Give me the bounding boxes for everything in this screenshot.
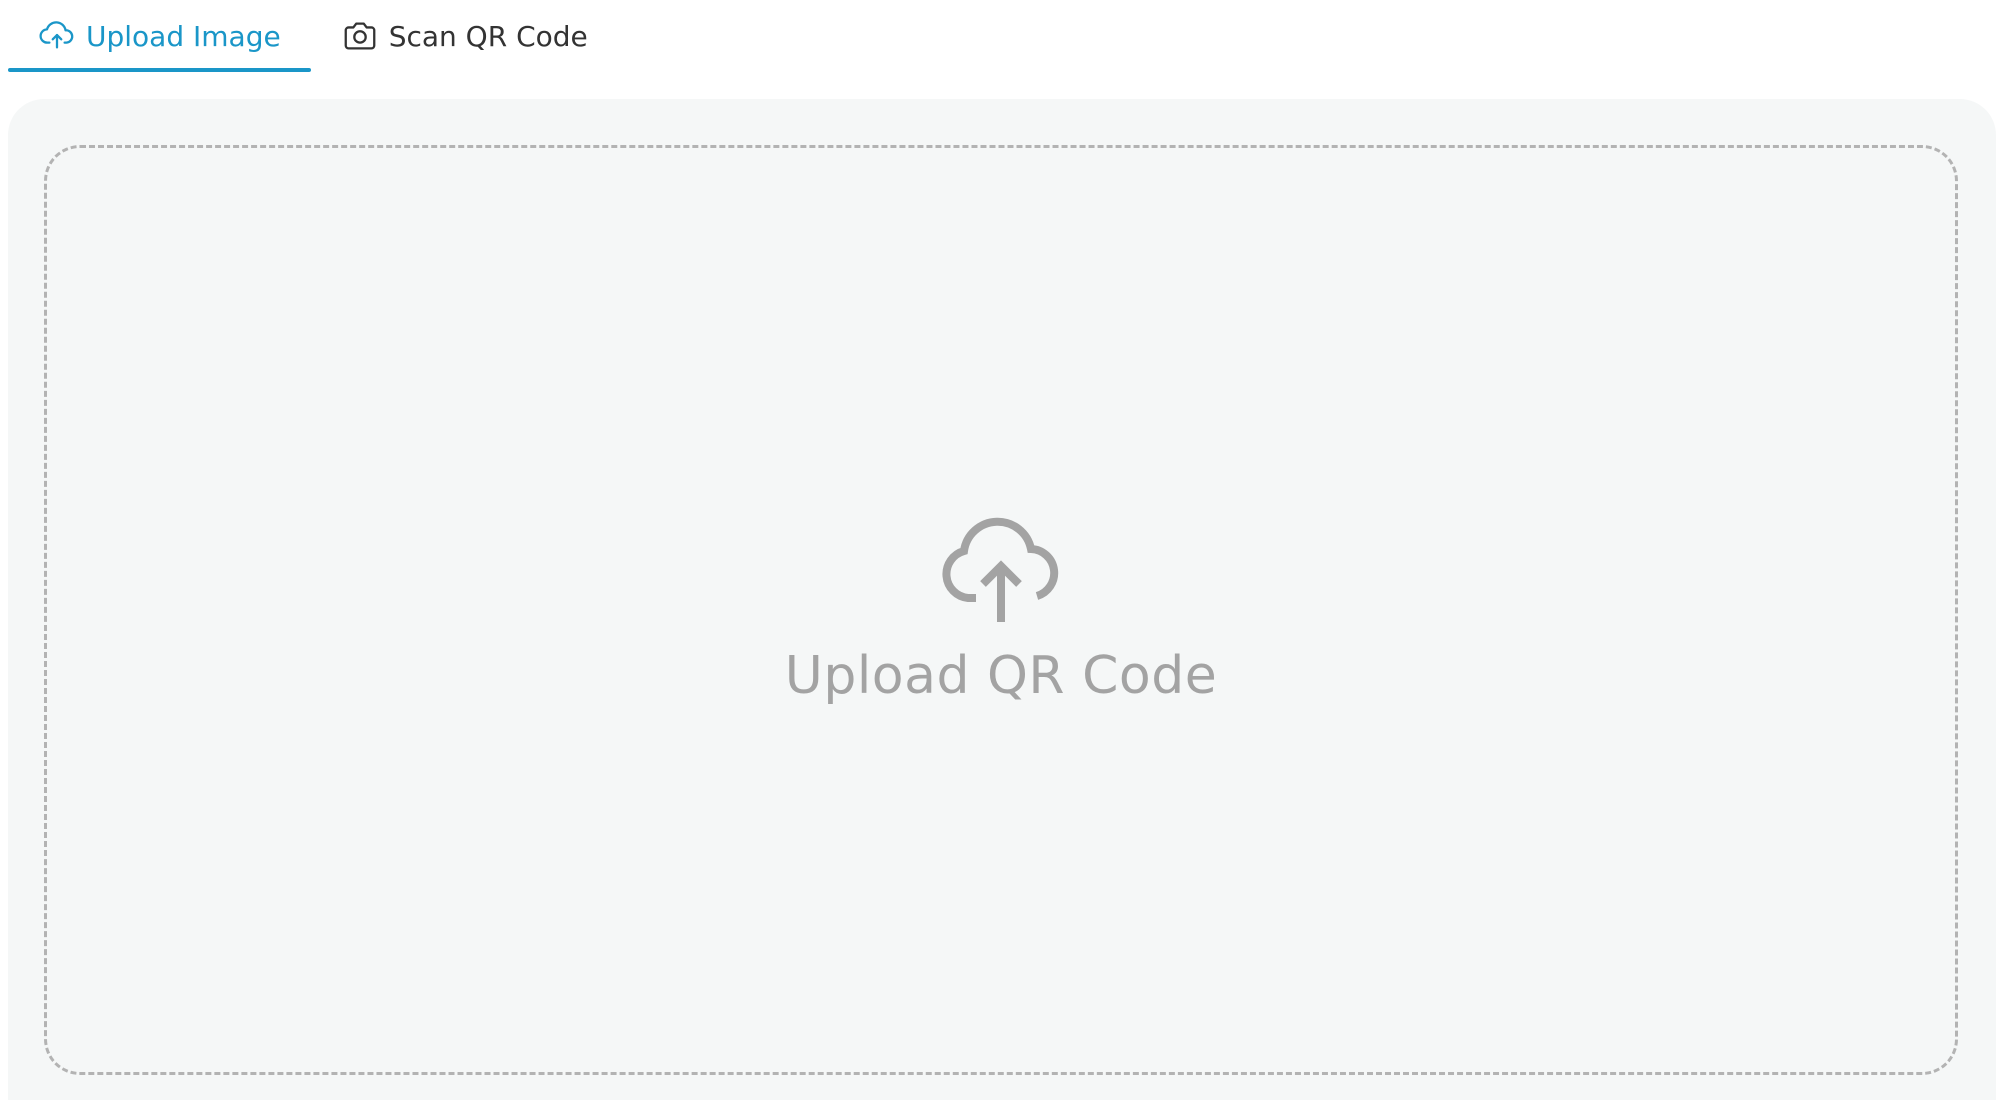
upload-qr-code-label: Upload QR Code bbox=[784, 646, 1218, 706]
tab-upload-image[interactable]: Upload Image bbox=[8, 0, 311, 72]
upload-panel: Upload QR Code bbox=[8, 99, 1996, 1100]
tab-upload-image-label: Upload Image bbox=[86, 19, 281, 53]
cloud-upload-icon bbox=[936, 514, 1066, 624]
cloud-upload-icon bbox=[38, 17, 76, 55]
tab-bar: Upload Image Scan QR Code bbox=[8, 0, 618, 72]
tab-scan-qr-code[interactable]: Scan QR Code bbox=[311, 0, 618, 72]
camera-icon bbox=[341, 17, 379, 55]
upload-dropzone[interactable]: Upload QR Code bbox=[44, 145, 1958, 1075]
tab-scan-qr-code-label: Scan QR Code bbox=[388, 19, 588, 53]
